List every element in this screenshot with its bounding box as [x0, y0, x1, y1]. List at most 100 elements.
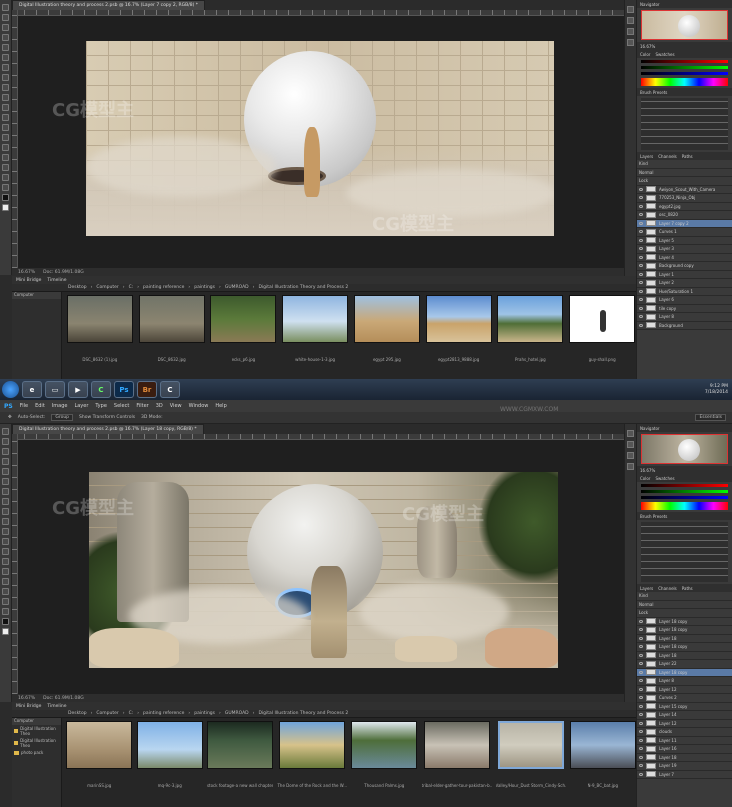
tab-layers[interactable]: Layers: [640, 154, 653, 159]
lock-row[interactable]: Lock: [637, 609, 732, 618]
layer-row-selected[interactable]: Layer 7 copy 2: [637, 219, 732, 228]
layer-row[interactable]: Layer 16: [637, 745, 732, 754]
layer-row[interactable]: Layer 14: [637, 711, 732, 720]
tab-color[interactable]: Color: [640, 476, 650, 481]
layer-row[interactable]: Hue/Saturation 1: [637, 288, 732, 296]
character-panel-icon[interactable]: [627, 452, 634, 459]
layer-filter-kind[interactable]: Kind: [637, 592, 732, 601]
lock-row[interactable]: Lock: [637, 177, 732, 186]
thumbnail[interactable]: ecks_p6.jpg: [210, 295, 278, 362]
breadcrumb-item[interactable]: C:: [129, 285, 134, 290]
eye-icon[interactable]: [639, 204, 643, 208]
ie-icon[interactable]: e: [22, 381, 42, 398]
crop-tool-icon[interactable]: [2, 468, 9, 475]
thumbnail[interactable]: stock footage-a new wall chapter: [207, 721, 273, 788]
menu-edit[interactable]: Edit: [35, 403, 45, 409]
tab-brush-presets[interactable]: Brush Presets: [640, 514, 667, 519]
shape-tool-icon[interactable]: [2, 588, 9, 595]
layer-row[interactable]: Layer 2: [637, 279, 732, 288]
thumbnail[interactable]: tribal-elder-gather-tour-pakistan-b...: [422, 721, 492, 788]
thumbnail[interactable]: DSC_8632 (1).jpg: [66, 295, 134, 362]
breadcrumb-item[interactable]: Digital Illustration Theory and Process …: [258, 711, 348, 716]
layer-row[interactable]: Layer 18 copy: [637, 626, 732, 635]
breadcrumb-item[interactable]: paintings: [194, 711, 215, 716]
clone-stamp-tool-icon[interactable]: [2, 84, 9, 91]
character-panel-icon[interactable]: [627, 28, 634, 35]
eye-icon[interactable]: [639, 738, 643, 742]
layer-row[interactable]: Layer 1: [637, 271, 732, 279]
tab-timeline[interactable]: Timeline: [47, 704, 66, 709]
blue-slider[interactable]: [641, 496, 728, 499]
folder-item[interactable]: Digital Illustration Theo: [12, 725, 61, 737]
menu-3d[interactable]: 3D: [156, 403, 163, 409]
eye-icon[interactable]: [639, 255, 643, 259]
thumbnail[interactable]: marinSS.jpg: [66, 721, 133, 788]
thumbnail[interactable]: white-house-1-3.jpg: [281, 295, 349, 362]
layer-row-selected[interactable]: Layer 18 copy: [637, 668, 732, 677]
layer-row[interactable]: Layer 18 copy: [637, 618, 732, 626]
eye-icon[interactable]: [639, 747, 643, 751]
tab-channels[interactable]: Channels: [658, 586, 677, 591]
bridge-taskbar-icon[interactable]: Br: [137, 381, 157, 398]
layer-row[interactable]: Layer 18: [637, 754, 732, 762]
tab-paths[interactable]: Paths: [682, 154, 693, 159]
dodge-tool-icon[interactable]: [2, 548, 9, 555]
eye-icon[interactable]: [639, 764, 643, 768]
menu-filter[interactable]: Filter: [136, 403, 148, 409]
menu-help[interactable]: Help: [215, 403, 226, 409]
eye-icon[interactable]: [639, 628, 643, 632]
quick-select-tool-icon[interactable]: [2, 458, 9, 465]
navigator-thumbnail[interactable]: [641, 10, 728, 40]
eye-icon[interactable]: [639, 289, 643, 293]
tab-channels[interactable]: Channels: [658, 154, 677, 159]
quick-select-tool-icon[interactable]: [2, 34, 9, 41]
eye-icon[interactable]: [639, 196, 643, 200]
type-tool-icon[interactable]: [2, 568, 9, 575]
layer-row[interactable]: Layer 11: [637, 737, 732, 745]
healing-brush-tool-icon[interactable]: [2, 64, 9, 71]
layer-row[interactable]: egypt2.jpg: [637, 203, 732, 211]
background-color-swatch[interactable]: [2, 204, 9, 211]
history-panel-icon[interactable]: [627, 6, 634, 13]
system-clock[interactable]: 9:12 PM 7/18/2014: [705, 384, 732, 396]
app-green-icon[interactable]: C: [91, 381, 111, 398]
menu-select[interactable]: Select: [114, 403, 129, 409]
layer-row[interactable]: Background copy: [637, 262, 732, 271]
clone-stamp-tool-icon[interactable]: [2, 508, 9, 515]
tab-mini-bridge[interactable]: Mini Bridge: [16, 704, 41, 709]
layer-row[interactable]: Layer 18: [637, 652, 732, 660]
green-slider[interactable]: [641, 490, 728, 493]
auto-select-checkbox[interactable]: Auto-Select:: [18, 415, 46, 420]
path-select-tool-icon[interactable]: [2, 154, 9, 161]
layer-row[interactable]: Layer 12: [637, 686, 732, 694]
marquee-tool-icon[interactable]: [2, 438, 9, 445]
breadcrumb-item[interactable]: Desktop: [68, 285, 87, 290]
layer-row[interactable]: Layer 15 copy: [637, 703, 732, 711]
eye-icon[interactable]: [639, 679, 643, 683]
tab-color[interactable]: Color: [640, 52, 650, 57]
tab-swatches[interactable]: Swatches: [655, 52, 674, 57]
eye-icon[interactable]: [639, 721, 643, 725]
eye-icon[interactable]: [639, 645, 643, 649]
canvas-area[interactable]: CG模型主 CG模型主: [12, 434, 624, 694]
eye-icon[interactable]: [639, 730, 643, 734]
brush-tool-icon[interactable]: [2, 74, 9, 81]
layer-row[interactable]: Layer 5: [637, 237, 732, 245]
eyedropper-tool-icon[interactable]: [2, 54, 9, 61]
background-color-swatch[interactable]: [2, 628, 9, 635]
folder-item[interactable]: Digital Illustration Theo: [12, 737, 61, 749]
navigator-zoom-value[interactable]: 16.67%: [640, 468, 655, 473]
document-tab[interactable]: Digital Illustration theory and process …: [12, 0, 206, 10]
paragraph-panel-icon[interactable]: [627, 463, 634, 470]
breadcrumb-item[interactable]: painting reference: [143, 711, 184, 716]
layer-row[interactable]: Layer 12: [637, 720, 732, 728]
thumbnail[interactable]: egypt 295.jpg: [353, 295, 421, 362]
breadcrumb-item[interactable]: Desktop: [68, 711, 87, 716]
menu-view[interactable]: View: [170, 403, 182, 409]
canvas-area[interactable]: CG模型主 CG模型主: [12, 10, 624, 268]
blend-mode-select[interactable]: Normal: [637, 601, 732, 609]
foreground-color-swatch[interactable]: [2, 194, 9, 201]
menu-image[interactable]: Image: [52, 403, 68, 409]
layer-row[interactable]: clouds: [637, 728, 732, 737]
layer-row[interactable]: Layer 18: [637, 635, 732, 643]
